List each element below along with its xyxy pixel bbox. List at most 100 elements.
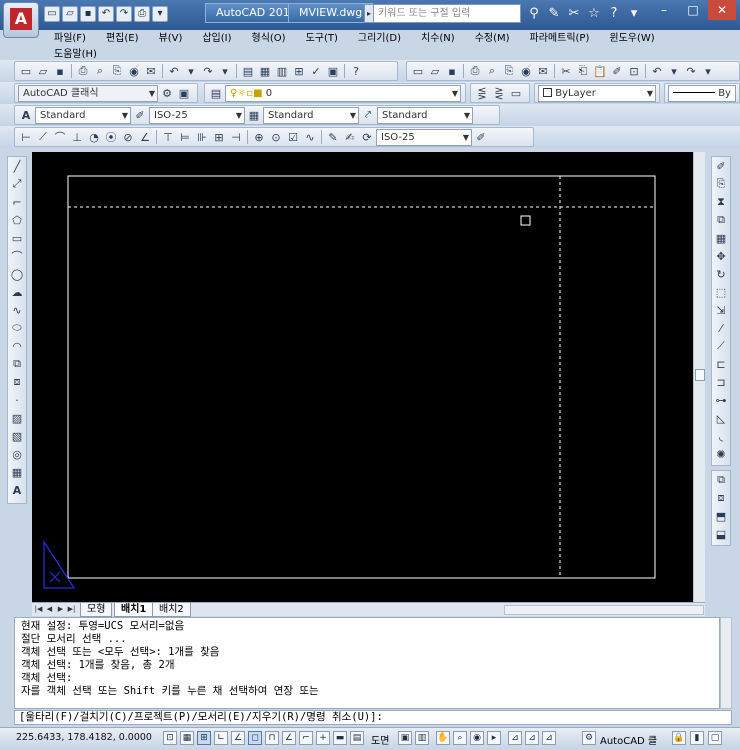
coordinate-readout[interactable]: 225.6433, 178.4182, 0.0000 xyxy=(16,732,152,743)
extend-icon[interactable]: ⟋ xyxy=(712,337,730,355)
plot-preview-icon[interactable]: ⌕ xyxy=(484,63,500,79)
text-style-select[interactable]: Standard ▼ xyxy=(35,106,131,124)
rectangle-icon[interactable]: ▭ xyxy=(8,229,26,247)
application-menu-button[interactable]: A xyxy=(3,2,39,38)
mleader-style-icon[interactable]: ⤤ xyxy=(360,107,376,123)
radius-icon[interactable]: ◔ xyxy=(86,129,102,145)
undo-icon[interactable]: ↶ xyxy=(166,63,182,79)
break-at-point-icon[interactable]: ⊏ xyxy=(712,355,730,373)
menu-dimension[interactable]: 치수(N) xyxy=(411,29,465,44)
quick-view-layouts-icon[interactable]: ▣ xyxy=(398,731,412,745)
construction-line-icon[interactable]: ⤢ xyxy=(8,175,26,193)
match-properties-icon[interactable]: ✐ xyxy=(609,63,625,79)
paste-icon[interactable]: 📋 xyxy=(592,63,608,79)
qnew-icon[interactable]: ▭ xyxy=(410,63,426,79)
diameter-icon[interactable]: ⊘ xyxy=(120,129,136,145)
dim-space-icon[interactable]: ⊞ xyxy=(211,129,227,145)
steeringwheel-icon[interactable]: ◉ xyxy=(470,731,484,745)
etransmit-icon[interactable]: ✉ xyxy=(535,63,551,79)
mirror-icon[interactable]: ⧗ xyxy=(712,193,730,211)
first-tab-icon[interactable]: |◀ xyxy=(34,604,43,615)
hatch-icon[interactable]: ▨ xyxy=(8,409,26,427)
revision-cloud-icon[interactable]: ☁ xyxy=(8,283,26,301)
annotation-scale-icon[interactable]: ⊿ xyxy=(508,731,522,745)
break-icon[interactable]: ⊐ xyxy=(712,373,730,391)
color-select[interactable]: ByLayer ▼ xyxy=(538,84,656,102)
make-block-icon[interactable]: ⧈ xyxy=(8,373,26,391)
snap-mode-icon[interactable]: ▦ xyxy=(180,731,194,745)
ortho-mode-icon[interactable]: ∟ xyxy=(214,731,228,745)
plot-preview-icon[interactable]: ⌕ xyxy=(92,63,108,79)
polygon-icon[interactable]: ⬠ xyxy=(8,211,26,229)
dim-style-manager-icon[interactable]: ✐ xyxy=(473,129,489,145)
horizontal-scrollbar[interactable] xyxy=(504,605,704,615)
showmotion-icon[interactable]: ▸ xyxy=(487,731,501,745)
tab-model[interactable]: 모형 xyxy=(80,603,113,617)
tolerance-icon[interactable]: ⊕ xyxy=(251,129,267,145)
quick-properties-icon[interactable]: ▤ xyxy=(350,731,364,745)
quick-view-drawings-icon[interactable]: ▥ xyxy=(415,731,429,745)
aligned-dim-icon[interactable]: ⟋ xyxy=(35,129,51,145)
menu-file[interactable]: 파일(F) xyxy=(44,29,96,44)
region-icon[interactable]: ◎ xyxy=(8,445,26,463)
tool-palettes-icon[interactable]: ▥ xyxy=(274,63,290,79)
open-file-icon[interactable]: ▱ xyxy=(62,6,78,22)
bring-to-front-icon[interactable]: ⧉ xyxy=(712,471,730,489)
undo-dropdown-icon[interactable]: ▾ xyxy=(183,63,199,79)
hardware-acceleration-icon[interactable]: ▮ xyxy=(690,731,704,745)
command-scrollbar[interactable] xyxy=(720,617,732,709)
ordinate-icon[interactable]: ⊥ xyxy=(69,129,85,145)
join-icon[interactable]: ⊶ xyxy=(712,391,730,409)
menu-modify[interactable]: 수정(M) xyxy=(465,29,520,44)
workspace-settings-icon[interactable]: ⚙ xyxy=(159,85,175,101)
dim-style-select-2[interactable]: ISO-25 ▼ xyxy=(376,128,472,146)
plot-icon[interactable]: ⎙ xyxy=(75,63,91,79)
layer-previous-icon[interactable]: ⋛ xyxy=(491,85,507,101)
redo-dropdown-icon[interactable]: ▾ xyxy=(217,63,233,79)
continue-icon[interactable]: ⊪ xyxy=(194,129,210,145)
table-style-icon[interactable]: ▦ xyxy=(246,107,262,123)
menu-edit[interactable]: 편집(E) xyxy=(96,29,149,44)
point-icon[interactable]: · xyxy=(8,391,26,409)
dim-update-icon[interactable]: ⟳ xyxy=(359,129,375,145)
rotate-icon[interactable]: ↻ xyxy=(712,265,730,283)
redo-icon[interactable]: ↷ xyxy=(116,6,132,22)
polyline-icon[interactable]: ⌐ xyxy=(8,193,26,211)
auto-scale-icon[interactable]: ⊿ xyxy=(542,731,556,745)
search-input[interactable]: 키워드 또는 구절 입력 xyxy=(373,4,521,23)
linetype-select[interactable]: By xyxy=(668,84,736,102)
chamfer-icon[interactable]: ◺ xyxy=(712,409,730,427)
dim-break-icon[interactable]: ⊣ xyxy=(228,129,244,145)
quick-dim-icon[interactable]: ⊤ xyxy=(160,129,176,145)
etransmit-icon[interactable]: ✉ xyxy=(143,63,159,79)
otrack-icon[interactable]: ∠ xyxy=(282,731,296,745)
bring-above-icon[interactable]: ⬒ xyxy=(712,507,730,525)
layer-state-icon[interactable]: ▭ xyxy=(508,85,524,101)
cut-icon[interactable]: ✂ xyxy=(558,63,574,79)
circle-icon[interactable]: ◯ xyxy=(8,265,26,283)
block-editor-icon[interactable]: ⊡ xyxy=(626,63,642,79)
text-style-icon[interactable]: A xyxy=(18,107,34,123)
3d-dwf-icon[interactable]: ◉ xyxy=(518,63,534,79)
new-file-icon[interactable]: ▭ xyxy=(44,6,60,22)
3d-dwf-icon[interactable]: ◉ xyxy=(126,63,142,79)
move-icon[interactable]: ✥ xyxy=(712,247,730,265)
send-under-icon[interactable]: ⬓ xyxy=(712,525,730,543)
binoculars-icon[interactable]: ⚲ xyxy=(526,6,542,22)
mtext-icon[interactable]: A xyxy=(8,481,26,499)
insert-block-icon[interactable]: ⧉ xyxy=(8,355,26,373)
menu-view[interactable]: 뷰(V) xyxy=(149,29,193,44)
linear-dim-icon[interactable]: ⊢ xyxy=(18,129,34,145)
save-icon[interactable]: ▪ xyxy=(444,63,460,79)
jogged-linear-icon[interactable]: ∿ xyxy=(302,129,318,145)
drawing-area[interactable] xyxy=(32,152,693,602)
vertical-scrollbar[interactable] xyxy=(693,152,705,602)
dim-style-icon[interactable]: ✐ xyxy=(132,107,148,123)
jogged-icon[interactable]: ⦿ xyxy=(103,129,119,145)
arc-icon[interactable]: ⌒ xyxy=(8,247,26,265)
redo-icon[interactable]: ↷ xyxy=(200,63,216,79)
undo-icon[interactable]: ↶ xyxy=(98,6,114,22)
spline-icon[interactable]: ∿ xyxy=(8,301,26,319)
dim-style-select[interactable]: ISO-25 ▼ xyxy=(149,106,245,124)
zoom-icon[interactable]: ⌕ xyxy=(453,731,467,745)
